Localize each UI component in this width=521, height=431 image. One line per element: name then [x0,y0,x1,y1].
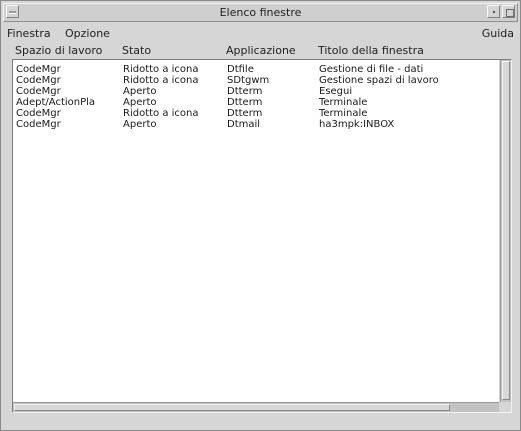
minimize-button[interactable] [487,5,500,18]
cell-workspace: CodeMgr [16,86,61,97]
scrollbar-corner [500,402,511,412]
maximize-icon [506,9,514,17]
minimize-icon [493,11,495,13]
cell-state: Ridotto a icona [123,108,199,119]
table-row[interactable]: Adept/ActionPla Aperto Dtterm Terminale [13,97,499,108]
horizontal-scroll-thumb[interactable] [14,404,450,411]
table-row[interactable]: CodeMgr Aperto Dtterm Esegui [13,86,499,97]
menu-guida[interactable]: Guida [482,27,514,40]
column-header-window-title[interactable]: Titolo della finestra [318,44,424,57]
vertical-scrollbar[interactable] [500,60,511,402]
cell-window-title: ha3mpk:INBOX [319,119,395,130]
table-row[interactable]: CodeMgr Ridotto a icona Dtfile Gestione … [13,64,499,75]
cell-window-title: Terminale [319,108,368,119]
table-row[interactable]: CodeMgr Aperto Dtmail ha3mpk:INBOX [13,119,499,130]
cell-application: Dtterm [227,97,263,108]
cell-state: Aperto [123,97,157,108]
vertical-scroll-thumb[interactable] [502,61,510,400]
cell-window-title: Esegui [319,86,353,97]
menu-opzione[interactable]: Opzione [65,27,110,40]
column-headers: Spazio di lavoro Stato Applicazione Tito… [3,43,518,58]
window-list-content: CodeMgr Ridotto a icona Dtfile Gestione … [13,60,499,402]
cell-application: Dtterm [227,108,263,119]
menu-finestra[interactable]: Finestra [7,27,51,40]
menu-bar: Finestra Opzione Guida [3,23,518,43]
cell-workspace: CodeMgr [16,64,61,75]
horizontal-scrollbar[interactable] [13,402,499,412]
title-bar[interactable]: Elenco finestre [3,3,518,22]
cell-window-title: Gestione spazi di lavoro [319,75,439,86]
cell-window-title: Gestione di file - dati [319,64,424,75]
cell-workspace: CodeMgr [16,119,61,130]
cell-application: Dtfile [227,64,254,75]
cell-state: Aperto [123,86,157,97]
cell-workspace: Adept/ActionPla [16,97,96,108]
column-header-state[interactable]: Stato [122,44,151,57]
cell-workspace: CodeMgr [16,108,61,119]
column-header-workspace[interactable]: Spazio di lavoro [15,44,102,57]
cell-application: Dtmail [227,119,261,130]
cell-application: Dtterm [227,86,263,97]
maximize-button[interactable] [502,5,515,18]
cell-workspace: CodeMgr [16,75,61,86]
column-header-application[interactable]: Applicazione [226,44,296,57]
table-row[interactable]: CodeMgr Ridotto a icona SDtgwm Gestione … [13,75,499,86]
cell-application: SDtgwm [227,75,270,86]
cell-state: Aperto [123,119,157,130]
cell-window-title: Terminale [319,97,368,108]
table-row[interactable]: CodeMgr Ridotto a icona Dtterm Terminale [13,108,499,119]
cell-state: Ridotto a icona [123,64,199,75]
cell-state: Ridotto a icona [123,75,199,86]
window-title: Elenco finestre [219,6,302,19]
window-list[interactable]: CodeMgr Ridotto a icona Dtfile Gestione … [12,59,512,413]
window-list-window: Elenco finestre Finestra Opzione Guida S… [0,0,521,431]
